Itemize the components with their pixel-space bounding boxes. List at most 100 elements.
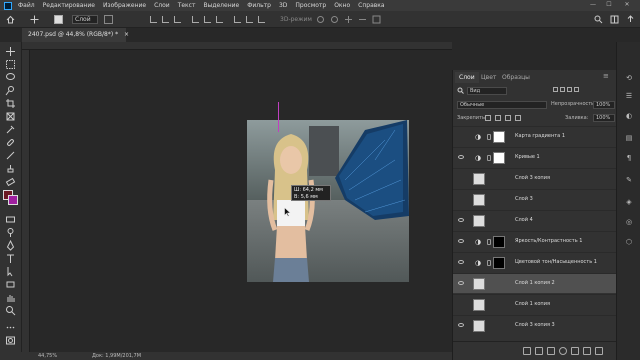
move-tool-icon[interactable]: [30, 15, 39, 24]
foreground-color-swatch[interactable]: [8, 195, 18, 205]
layer-thumbnail[interactable]: [473, 173, 485, 185]
add-mask-icon[interactable]: [547, 347, 555, 355]
zoom-level[interactable]: 44,75%: [38, 352, 57, 360]
align-center-icon[interactable]: [162, 16, 169, 23]
libraries-icon[interactable]: ▤: [625, 134, 633, 142]
layer-thumbnail[interactable]: [473, 194, 485, 206]
channels-icon[interactable]: ◎: [625, 218, 633, 226]
layer-row[interactable]: Слой 4: [453, 210, 617, 230]
visibility-eye-icon[interactable]: [458, 260, 464, 264]
lock-image-icon[interactable]: [495, 115, 501, 121]
opacity-input[interactable]: 100%: [593, 101, 615, 109]
auto-select-checkbox[interactable]: [54, 15, 63, 24]
layer-row[interactable]: ◑ Кривые 1: [453, 147, 617, 167]
3d-roll-icon[interactable]: [330, 15, 339, 24]
new-layer-icon[interactable]: [583, 347, 591, 355]
document-tab[interactable]: 2407.psd @ 44,8% (RGB/8*) * ×: [22, 28, 129, 42]
layer-filter-icons[interactable]: [553, 87, 593, 95]
layers-dock-icon[interactable]: ◈: [625, 198, 633, 206]
crop-tool-icon[interactable]: [5, 98, 16, 109]
fill-input[interactable]: 100%: [593, 114, 615, 122]
show-transform-checkbox[interactable]: [104, 15, 113, 24]
maximize-button[interactable]: ☐: [604, 1, 614, 10]
menu-image[interactable]: Изображение: [103, 2, 146, 9]
layer-row[interactable]: Слой 3 копия: [453, 168, 617, 188]
layer-name[interactable]: Слой 4: [515, 217, 533, 223]
layer-row[interactable]: ◑ Карта градиента 1: [453, 126, 617, 146]
align-top-icon[interactable]: [192, 16, 199, 23]
gradient-tool-icon[interactable]: [5, 214, 16, 225]
mask-link-icon[interactable]: [487, 239, 491, 245]
link-layers-icon[interactable]: [523, 347, 531, 355]
3d-scale-icon[interactable]: [372, 15, 381, 24]
type-tool-icon[interactable]: [5, 253, 16, 264]
horizontal-ruler[interactable]: [22, 42, 452, 50]
layer-mask-thumbnail[interactable]: [493, 131, 505, 143]
menu-layer[interactable]: Слои: [154, 2, 170, 9]
layer-name[interactable]: Слой 3: [515, 196, 533, 202]
new-adjustment-layer-icon[interactable]: [559, 347, 567, 355]
paths-icon[interactable]: ⬡: [625, 238, 633, 246]
menu-type[interactable]: Текст: [178, 2, 196, 9]
layer-name[interactable]: Яркость/Контрастность 1: [515, 238, 582, 244]
visibility-eye-icon[interactable]: [458, 155, 464, 159]
vertical-ruler[interactable]: [22, 50, 30, 352]
document-tab-close-button[interactable]: ×: [124, 31, 129, 38]
menu-filter[interactable]: Фильтр: [247, 2, 271, 9]
eyedropper-tool-icon[interactable]: [5, 124, 16, 135]
layer-mask-thumbnail[interactable]: [493, 257, 505, 269]
lock-all-icon[interactable]: [515, 115, 521, 121]
clone-stamp-tool-icon[interactable]: [5, 163, 16, 174]
3d-pan-icon[interactable]: [344, 15, 353, 24]
menu-view[interactable]: Просмотр: [295, 2, 326, 9]
frame-tool-icon[interactable]: [5, 111, 16, 122]
layer-name[interactable]: Кривые 1: [515, 154, 540, 160]
document-size[interactable]: Док: 1,99М/201,7М: [92, 352, 141, 360]
menu-help[interactable]: Справка: [358, 2, 384, 9]
tab-layers[interactable]: Слои: [455, 72, 479, 83]
layer-name[interactable]: Слой 1 копия 2: [515, 280, 555, 286]
layer-name[interactable]: Слой 3 копия 3: [515, 322, 555, 328]
distribute-right-icon[interactable]: [258, 16, 265, 23]
layer-name[interactable]: Цветовой тон/Насыщенность 1: [515, 259, 597, 265]
visibility-eye-icon[interactable]: [458, 218, 464, 222]
mask-link-icon[interactable]: [487, 155, 491, 161]
move-tool-icon[interactable]: [5, 46, 16, 57]
align-right-icon[interactable]: [174, 16, 181, 23]
visibility-eye-icon[interactable]: [458, 323, 464, 327]
canvas-area[interactable]: Ш: 64,2 мм В: 5,6 мм: [30, 50, 452, 352]
layer-filter-dropdown[interactable]: Вид: [467, 87, 507, 95]
layer-row[interactable]: ◑ Яркость/Контрастность 1: [453, 231, 617, 251]
layer-row[interactable]: Слой 3: [453, 189, 617, 209]
layer-row[interactable]: Слой 1 копия: [453, 294, 617, 314]
menu-edit[interactable]: Редактирование: [43, 2, 95, 9]
workspace-icon[interactable]: [610, 15, 619, 24]
paragraph-icon[interactable]: ¶: [625, 154, 633, 162]
layer-name[interactable]: Карта градиента 1: [515, 133, 565, 139]
layer-row[interactable]: Слой 3 копия 3: [453, 315, 617, 335]
tab-swatches[interactable]: Образцы: [498, 72, 534, 83]
3d-orbit-icon[interactable]: [316, 15, 325, 24]
3d-slide-icon[interactable]: [358, 15, 367, 24]
close-window-button[interactable]: ✕: [622, 1, 632, 10]
home-icon[interactable]: [6, 15, 15, 24]
layer-mask-thumbnail[interactable]: [493, 152, 505, 164]
layer-style-icon[interactable]: [535, 347, 543, 355]
panel-menu-icon[interactable]: ≡: [603, 72, 609, 80]
eraser-tool-icon[interactable]: [5, 176, 16, 187]
brush-tool-icon[interactable]: [5, 150, 16, 161]
lock-position-icon[interactable]: [505, 115, 511, 121]
quick-selection-tool-icon[interactable]: [5, 85, 16, 96]
visibility-eye-icon[interactable]: [458, 281, 464, 285]
distribute-center-icon[interactable]: [246, 16, 253, 23]
distribute-left-icon[interactable]: [234, 16, 241, 23]
mask-link-icon[interactable]: [487, 260, 491, 266]
zoom-tool-icon[interactable]: [5, 305, 16, 316]
adjustments-icon[interactable]: ◐: [625, 112, 633, 120]
layer-thumbnail[interactable]: [473, 215, 485, 227]
brushes-icon[interactable]: ✎: [625, 176, 633, 184]
mask-link-icon[interactable]: [487, 134, 491, 140]
search-icon[interactable]: [594, 15, 603, 24]
menu-3d[interactable]: 3D: [279, 2, 287, 9]
healing-brush-tool-icon[interactable]: [5, 137, 16, 148]
